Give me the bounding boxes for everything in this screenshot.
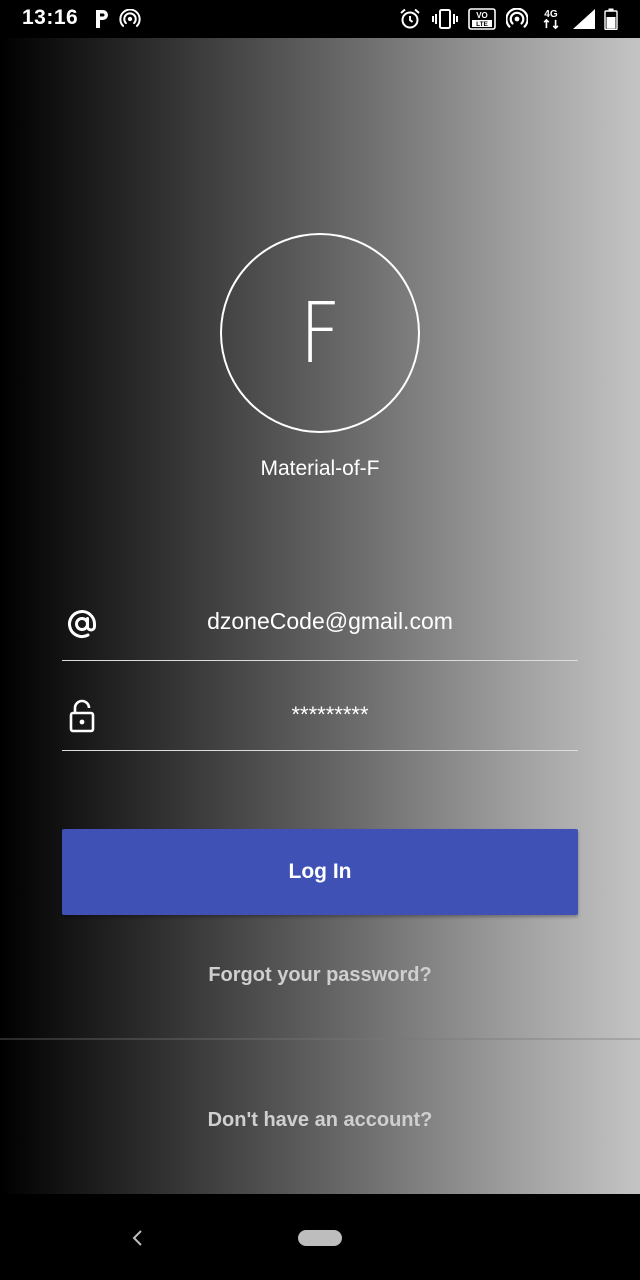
hotspot-icon [119,9,141,27]
4g-data-icon: 4G [543,9,559,30]
forgot-password-link[interactable]: Forgot your password? [0,964,640,987]
alarm-icon [400,8,420,29]
svg-text:4G: 4G [544,9,558,20]
status-bar: 13:16 VO LTE 4G [0,0,640,38]
vibrate-icon [432,9,458,29]
login-screen: F Material-of-F dzoneCode@gmail.com ****… [0,38,640,1194]
password-field[interactable]: ********* [62,688,578,751]
back-icon[interactable] [126,1226,150,1250]
home-pill-icon[interactable] [298,1230,342,1246]
avatar: F [220,233,420,433]
avatar-letter: F [299,284,341,382]
navigation-bar [0,1194,640,1280]
battery-icon [604,8,618,30]
screen: 13:16 VO LTE 4G F Material-of-F dzoneCod… [0,0,640,1280]
hotspot-icon [506,8,528,28]
status-time: 13:16 [22,6,79,29]
volte-icon: VO LTE [468,8,496,30]
parking-icon [96,10,108,28]
svg-text:VO: VO [476,11,488,20]
app-name: Material-of-F [260,457,380,480]
email-field[interactable]: dzoneCode@gmail.com [62,598,578,661]
login-button[interactable]: Log In [62,829,578,915]
password-value[interactable]: ********* [62,702,598,728]
signup-link[interactable]: Don't have an account? [0,1109,640,1132]
divider [0,1038,640,1040]
email-value[interactable]: dzoneCode@gmail.com [62,608,598,635]
svg-text:LTE: LTE [476,21,488,28]
signal-icon [573,9,595,29]
